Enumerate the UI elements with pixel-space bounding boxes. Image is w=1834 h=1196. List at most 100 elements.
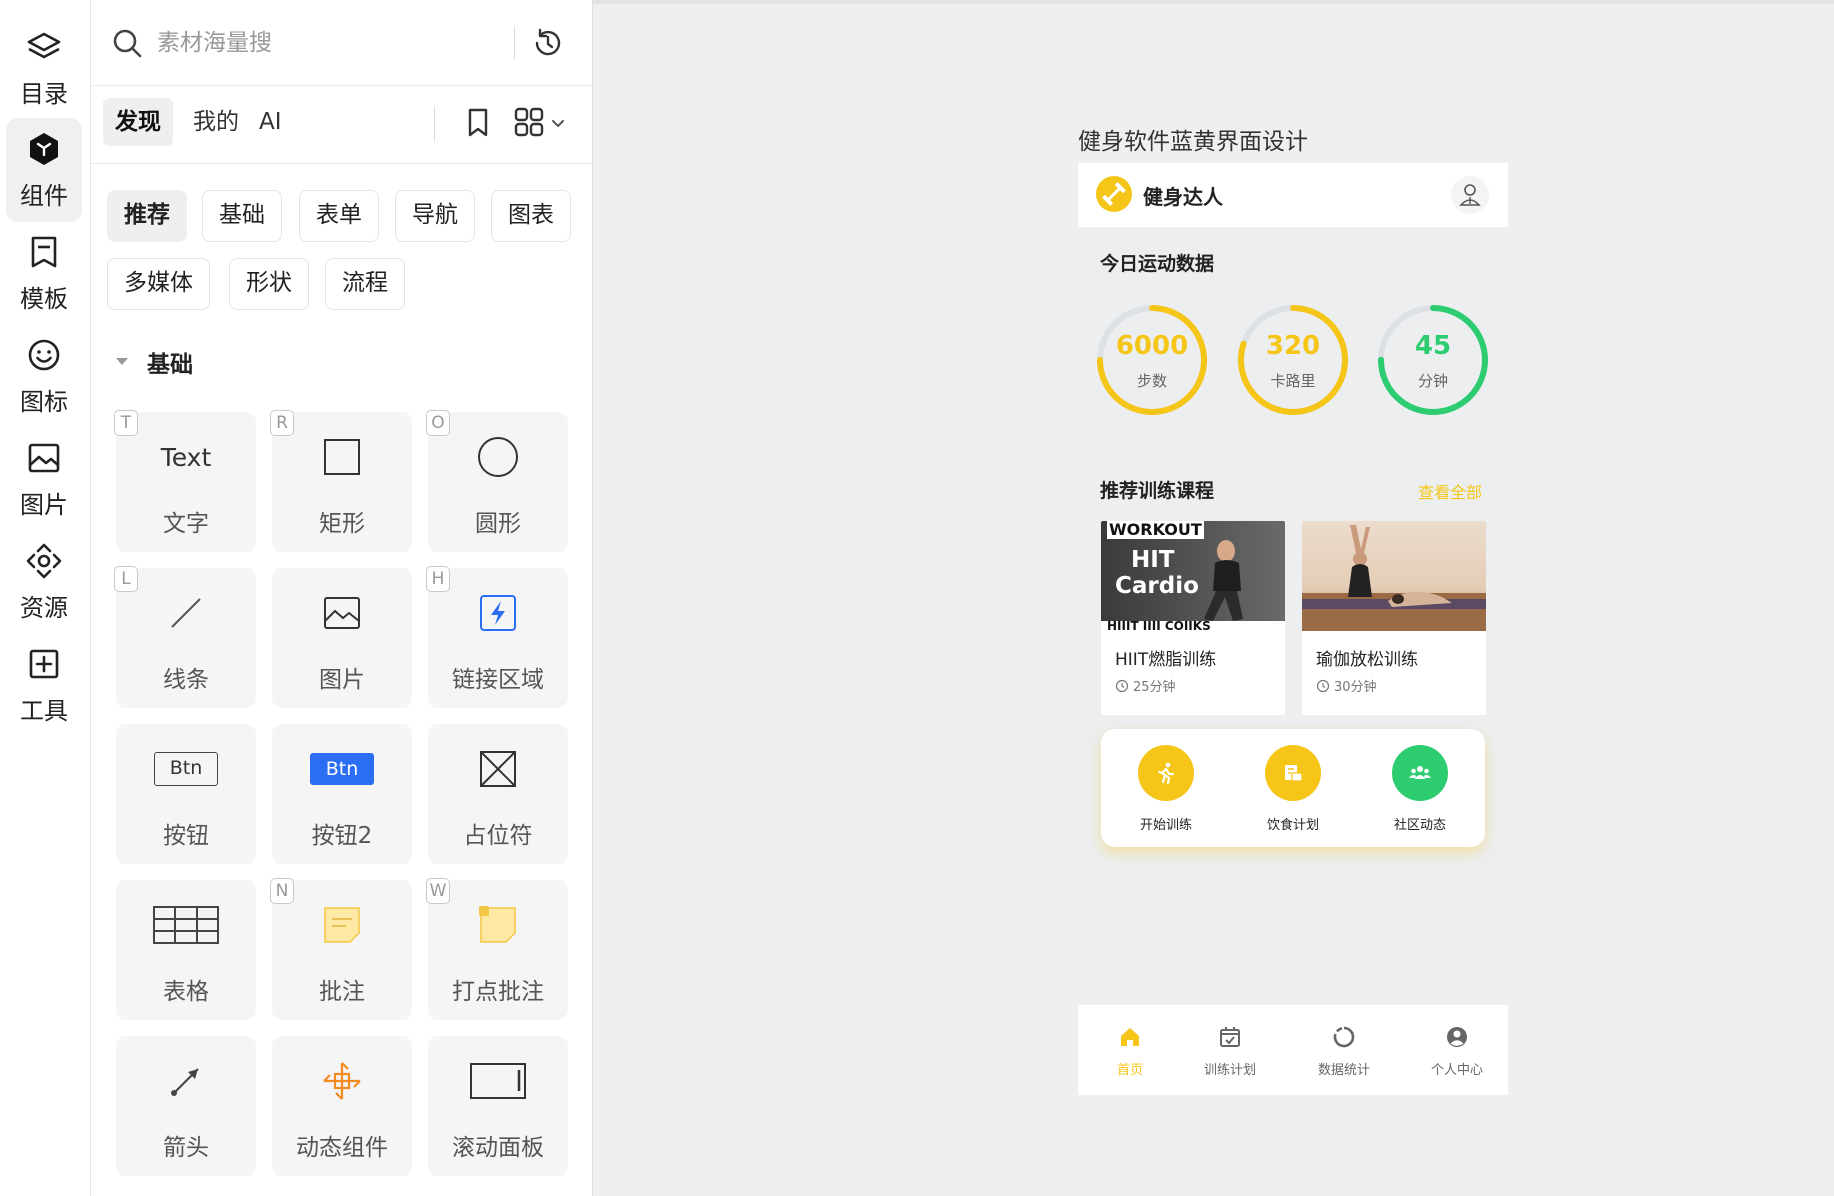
glyph-text: Btn <box>310 753 374 785</box>
profile-avatar-icon[interactable] <box>1450 175 1490 215</box>
rail-label-templates: 模板 <box>20 284 68 313</box>
component-card-button2[interactable]: Btn 按钮2 <box>272 724 412 864</box>
dot-note-icon <box>428 898 568 952</box>
nav-label: 首页 <box>1116 1063 1143 1078</box>
component-card-button[interactable]: Btn 按钮 <box>116 724 256 864</box>
component-card-image[interactable]: 图片 <box>272 568 412 708</box>
component-card-circle[interactable]: O 圆形 <box>426 410 568 552</box>
clock-icon <box>1316 679 1330 692</box>
component-name: 按钮 <box>163 823 209 849</box>
scroll-panel-icon <box>428 1054 568 1108</box>
nav-item-home[interactable]: 首页 <box>1080 1025 1180 1085</box>
search-bar <box>91 0 592 86</box>
tab-discover[interactable]: 发现 <box>103 98 173 146</box>
tab-mine[interactable]: 我的 <box>181 98 251 146</box>
component-panel: 发现 我的 AI 推荐 基础 表单 导航 图表 多媒体 形状 流程 基础 T T… <box>91 0 593 1196</box>
component-name: 矩形 <box>319 511 365 537</box>
rail-item-catalog[interactable]: 目录 <box>6 16 82 120</box>
nav-label: 数据统计 <box>1317 1063 1370 1078</box>
component-card-dot-note[interactable]: W 打点批注 <box>426 878 568 1020</box>
component-card-link-area[interactable]: H 链接区域 <box>426 566 568 708</box>
user-circle-icon <box>1447 1027 1467 1047</box>
section-header-basic[interactable]: 基础 <box>113 344 193 380</box>
stat-ring-minutes: 45 分钟 <box>1377 304 1489 416</box>
clock-icon <box>1115 679 1129 692</box>
component-name: 批注 <box>319 979 365 1005</box>
chip-chart[interactable]: 图表 <box>491 190 571 242</box>
quick-action-start-training[interactable]: 开始训练 <box>1116 745 1216 835</box>
layers-icon <box>27 32 61 58</box>
running-icon <box>1138 745 1194 801</box>
rail-item-tools[interactable]: 工具 <box>6 633 82 737</box>
calendar-check-icon <box>1220 1027 1240 1047</box>
text-glyph-icon: Text <box>116 430 256 484</box>
rail-item-icons[interactable]: 图标 <box>6 324 82 428</box>
community-icon <box>1392 745 1448 801</box>
chip-multimedia[interactable]: 多媒体 <box>107 258 210 310</box>
nav-item-training-plan[interactable]: 训练计划 <box>1180 1025 1280 1085</box>
resource-icon <box>26 543 62 578</box>
grid-view-icon[interactable] <box>511 104 547 140</box>
course-duration-text: 30分钟 <box>1334 680 1377 695</box>
thumb-label: HIT <box>1131 547 1175 573</box>
component-card-text[interactable]: T Text 文字 <box>114 410 256 552</box>
chevron-down-icon[interactable] <box>549 114 567 132</box>
placeholder-cross-icon <box>428 742 568 796</box>
component-name: 图片 <box>319 667 365 693</box>
component-name: 线条 <box>163 667 209 693</box>
search-input[interactable] <box>157 24 487 62</box>
nav-item-profile[interactable]: 个人中心 <box>1407 1025 1507 1085</box>
rail-label-resources: 资源 <box>20 593 68 622</box>
stats-ring-icon <box>1333 1026 1355 1048</box>
hiit-thumbnail: WORKOUT HIT Cardio HIIIT IIII COIIKS <box>1101 521 1285 631</box>
button-glyph-icon: Btn <box>116 742 256 796</box>
diet-plan-icon <box>1265 745 1321 801</box>
component-card-placeholder[interactable]: 占位符 <box>428 724 568 864</box>
rail-item-resources[interactable]: 资源 <box>6 530 82 634</box>
quick-action-community[interactable]: 社区动态 <box>1370 745 1470 835</box>
course-duration: 30分钟 <box>1316 676 1377 695</box>
component-card-arrow[interactable]: 箭头 <box>116 1036 256 1176</box>
stat-value: 45 <box>1414 331 1452 361</box>
frame-title[interactable]: 健身软件蓝黄界面设计 <box>1078 122 1308 156</box>
chip-form[interactable]: 表单 <box>299 190 379 242</box>
chip-flow[interactable]: 流程 <box>325 258 405 310</box>
quick-actions: 开始训练 饮食计划 社区动态 <box>1101 729 1485 847</box>
rail-label-icons: 图标 <box>20 387 68 416</box>
rail-item-images[interactable]: 图片 <box>6 427 82 531</box>
chip-recommended[interactable]: 推荐 <box>107 190 187 242</box>
chip-basic[interactable]: 基础 <box>202 190 282 242</box>
stat-label: 分钟 <box>1417 372 1448 390</box>
divider <box>514 26 515 60</box>
component-name: 文字 <box>163 511 209 537</box>
component-card-note[interactable]: N 批注 <box>270 878 412 1020</box>
component-card-scroll-panel[interactable]: 滚动面板 <box>428 1036 568 1176</box>
history-icon[interactable] <box>531 26 565 60</box>
course-card-yoga[interactable]: 瑜伽放松训练 30分钟 <box>1302 521 1486 715</box>
course-card-hiit[interactable]: WORKOUT HIT Cardio HIIIT IIII COIIKS HII… <box>1101 521 1285 715</box>
component-card-dynamic[interactable]: 动态组件 <box>272 1036 412 1176</box>
nav-item-statistics[interactable]: 数据统计 <box>1294 1025 1394 1085</box>
phone-frame[interactable]: 健身达人 今日运动数据 6000 步数 320 卡路里 45 分钟 推荐训练课程… <box>1078 163 1508 1095</box>
rail-item-components[interactable]: 组件 <box>6 118 82 222</box>
chip-navigation[interactable]: 导航 <box>395 190 475 242</box>
component-card-table[interactable]: 表格 <box>116 880 256 1020</box>
bookmark-icon[interactable] <box>461 105 495 139</box>
thumb-label: WORKOUT <box>1107 521 1204 539</box>
component-name: 按钮2 <box>311 823 373 849</box>
chip-shape[interactable]: 形状 <box>229 258 309 310</box>
stat-label: 步数 <box>1136 372 1167 390</box>
component-card-line[interactable]: L 线条 <box>114 566 256 708</box>
stat-label: 卡路里 <box>1270 372 1316 390</box>
rail-item-templates[interactable]: 模板 <box>6 221 82 325</box>
tab-ai[interactable]: AI <box>247 98 294 146</box>
course-name: HIIT燃脂训练 <box>1115 650 1217 670</box>
component-name: 圆形 <box>475 511 521 537</box>
component-card-rectangle[interactable]: R 矩形 <box>270 410 412 552</box>
see-all-link[interactable]: 查看全部 <box>1418 479 1482 503</box>
glyph-text: Text <box>160 442 212 472</box>
quick-action-label: 社区动态 <box>1393 818 1446 833</box>
course-name: 瑜伽放松训练 <box>1316 650 1418 670</box>
quick-action-diet-plan[interactable]: 饮食计划 <box>1243 745 1343 835</box>
sticky-note-icon <box>272 898 412 952</box>
